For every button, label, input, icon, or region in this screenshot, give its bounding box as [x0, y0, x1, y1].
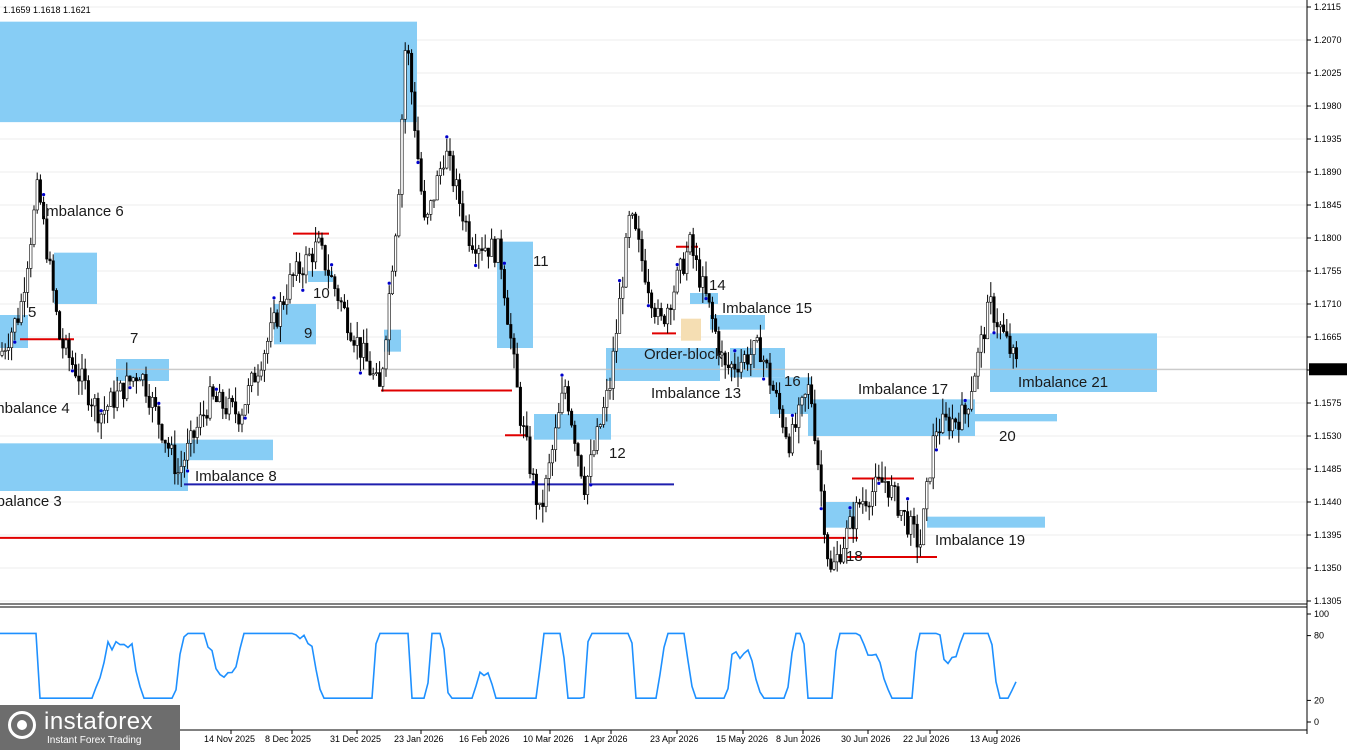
zone-21 [975, 414, 1057, 422]
price-tick-label: 1.1575 [1314, 398, 1342, 408]
candle [243, 404, 247, 420]
candle [493, 236, 497, 268]
zone-label-3: 5 [28, 304, 36, 321]
price-chart: Imbalance 6 5 Imbalance 4 7 Imbalance 3 Imbal… [0, 0, 1350, 750]
candle [54, 288, 58, 316]
logo-icon [8, 711, 36, 739]
date-tick-label: 16 Feb 2026 [459, 734, 510, 744]
zone-label-11: 11 [533, 253, 549, 270]
zone-6 [0, 443, 188, 491]
price-tick-label: 1.2070 [1314, 35, 1342, 45]
candle [32, 205, 36, 248]
zone-label-6: Imbalance 3 [0, 493, 62, 510]
logo-tagline: Instant Forex Trading [47, 735, 142, 746]
candle [58, 310, 62, 340]
price-tick-label: 1.1350 [1314, 563, 1342, 573]
candle [624, 233, 628, 289]
zone-16 [710, 315, 765, 330]
zone-label-17: 16 [784, 373, 801, 390]
zone-2 [54, 252, 97, 304]
price-tick-label: 1.1800 [1314, 233, 1342, 243]
zone-20 [927, 516, 1045, 528]
date-tick-label: 31 Dec 2025 [330, 734, 381, 744]
date-tick-label: 15 May 2026 [716, 734, 768, 744]
current-price-label: 1.1621 [1314, 364, 1342, 374]
zone-label-5: 7 [130, 330, 138, 347]
zone-label-18: Imbalance 17 [858, 381, 948, 398]
indicator-tick-label: 20 [1314, 695, 1324, 705]
candle [579, 454, 583, 479]
price-tick-label: 1.2115 [1314, 2, 1341, 12]
price-tick-label: 1.1845 [1314, 200, 1342, 210]
candle [570, 408, 574, 428]
candle [922, 508, 926, 546]
date-tick-label: 23 Apr 2026 [650, 734, 699, 744]
zone-label-20: Imbalance 19 [935, 532, 1025, 549]
price-tick-label: 1.1890 [1314, 167, 1342, 177]
logo-name: instaforex [44, 708, 154, 735]
price-tick-label: 1.1395 [1314, 530, 1342, 540]
price-tick-label: 1.2025 [1314, 68, 1342, 78]
candle [496, 238, 500, 263]
candle [822, 484, 826, 544]
candle [896, 483, 900, 518]
candle [160, 423, 164, 444]
price-tick-label: 1.1485 [1314, 464, 1342, 474]
zone-label-21: 20 [999, 428, 1016, 445]
ohlc-header: 1.1659 1.1618 1.1621 [3, 5, 91, 15]
zone-label-15: 14 [709, 277, 726, 294]
date-tick-label: 1 Apr 2026 [584, 734, 628, 744]
date-tick-label: 10 Mar 2026 [523, 734, 574, 744]
order-block-box [681, 318, 701, 341]
date-tick-label: 30 Jun 2026 [841, 734, 891, 744]
candle [397, 189, 401, 238]
zone-1 [0, 21, 417, 123]
date-tick-label: 22 Jul 2026 [903, 734, 950, 744]
price-tick-label: 1.1935 [1314, 134, 1342, 144]
date-tick-label: 23 Jan 2026 [394, 734, 444, 744]
zone-label-4: Imbalance 4 [0, 400, 70, 417]
candle [544, 474, 548, 513]
zone-label-22: Imbalance 21 [1018, 374, 1108, 391]
candle [400, 114, 404, 208]
zone-label-2: Imbalance 6 [42, 203, 124, 220]
indicator-tick-label: 80 [1314, 631, 1324, 641]
zone-label-7: Imbalance 8 [195, 468, 277, 485]
candle [451, 150, 455, 193]
candle [394, 233, 398, 277]
instaforex-logo: instaforex Instant Forex Trading [0, 705, 180, 750]
price-tick-label: 1.1440 [1314, 497, 1342, 507]
price-tick-label: 1.1305 [1314, 596, 1342, 606]
price-tick-label: 1.1530 [1314, 431, 1342, 441]
chart-svg: Imbalance 6 5 Imbalance 4 7 Imbalance 3 Imbal… [0, 0, 1350, 750]
price-tick-label: 1.1980 [1314, 101, 1342, 111]
candle [688, 231, 692, 255]
date-tick-label: 14 Nov 2025 [204, 734, 255, 744]
date-tick-label: 8 Dec 2025 [265, 734, 311, 744]
zone-label-9: 10 [313, 285, 330, 302]
zone-label-19: 18 [846, 548, 863, 565]
candle [634, 211, 638, 231]
indicator-tick-label: 0 [1314, 717, 1319, 727]
price-tick-label: 1.1755 [1314, 266, 1342, 276]
indicator-tick-label: 100 [1314, 609, 1329, 619]
zone-label-12: 12 [609, 445, 626, 462]
date-tick-label: 13 Aug 2026 [970, 734, 1021, 744]
zone-label-8: 9 [304, 325, 312, 342]
zone-7 [188, 439, 273, 461]
zone-label-14: Imbalance 13 [651, 385, 741, 402]
date-tick-label: 8 Jun 2026 [776, 734, 821, 744]
price-tick-label: 1.1665 [1314, 332, 1342, 342]
zone-label-13: Order-block [644, 346, 723, 363]
zone-label-16: Imbalance 15 [722, 300, 812, 317]
price-tick-label: 1.1710 [1314, 299, 1342, 309]
